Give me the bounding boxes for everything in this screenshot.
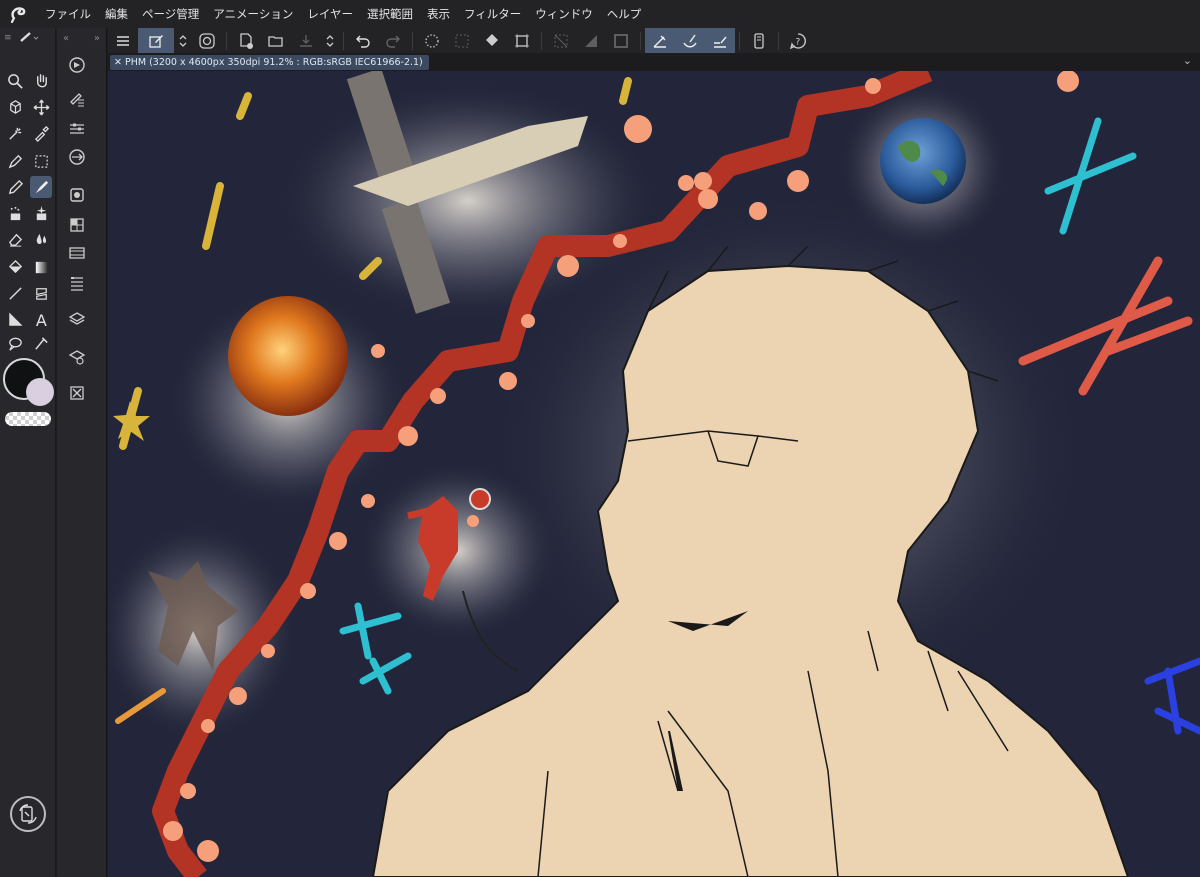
eraser-icon[interactable] xyxy=(4,228,26,250)
brush-icon[interactable] xyxy=(30,176,52,198)
hand-icon[interactable] xyxy=(30,70,52,92)
transform-icon[interactable] xyxy=(507,28,537,53)
clear-icon[interactable] xyxy=(447,28,477,53)
menu-edit[interactable]: 編集 xyxy=(98,0,135,28)
separator xyxy=(412,31,413,50)
text-icon[interactable]: A xyxy=(30,308,52,330)
main-menu-icon[interactable] xyxy=(108,28,138,53)
figure-icon[interactable] xyxy=(4,282,26,304)
sun xyxy=(228,296,348,416)
menu-window[interactable]: ウィンドウ xyxy=(528,0,600,28)
snap-special-icon[interactable] xyxy=(675,28,705,53)
drag-handle-icon[interactable]: ≡ xyxy=(4,33,12,43)
help-icon[interactable]: ? xyxy=(783,28,813,53)
artwork xyxy=(108,71,1200,877)
menu-view[interactable]: 表示 xyxy=(420,0,457,28)
undo-icon[interactable] xyxy=(348,28,378,53)
layer-property-icon[interactable] xyxy=(66,272,88,294)
canvas[interactable] xyxy=(108,71,1200,877)
document-tab[interactable]: ✕ PHM (3200 x 4600px 350dpi 91.2% : RGB:… xyxy=(110,55,429,70)
menu-selection[interactable]: 選択範囲 xyxy=(360,0,420,28)
pen-icon[interactable] xyxy=(4,150,26,172)
tool-property-icon[interactable] xyxy=(66,88,88,110)
chevron-down-icon[interactable]: ⌄ xyxy=(1183,54,1192,67)
color-set-icon[interactable] xyxy=(66,184,88,206)
tool-palette-header: ≡ xyxy=(0,28,55,48)
ruler-icon[interactable] xyxy=(4,308,26,330)
menu-animation[interactable]: アニメーション xyxy=(206,0,300,28)
stepper-icon-2[interactable] xyxy=(321,28,339,53)
menu-layer[interactable]: レイヤー xyxy=(300,0,360,28)
operation-icon[interactable] xyxy=(4,96,26,118)
eyedropper-icon[interactable] xyxy=(30,122,52,144)
tool-palette: ≡ A xyxy=(0,28,56,877)
navigator-icon[interactable] xyxy=(66,54,88,76)
svg-text:A: A xyxy=(35,311,46,328)
expand-right-icon[interactable]: » xyxy=(94,33,100,44)
palette-dock-header: « » xyxy=(57,28,106,48)
svg-text:?: ? xyxy=(796,37,801,47)
fill-icon[interactable] xyxy=(4,256,26,278)
snap-grid-icon[interactable] xyxy=(705,28,735,53)
command-bar: ? xyxy=(108,28,1200,53)
redo-icon[interactable] xyxy=(378,28,408,53)
auto-select-icon[interactable] xyxy=(4,122,26,144)
stroke-icon[interactable] xyxy=(606,28,636,53)
balloon-icon[interactable] xyxy=(4,332,26,354)
document-tab-label: PHM (3200 x 4600px 350dpi 91.2% : RGB:sR… xyxy=(124,57,423,68)
separator xyxy=(343,31,344,50)
transparent-color-swatch[interactable] xyxy=(5,412,51,426)
loading-icon[interactable] xyxy=(417,28,447,53)
document-tab-bar: ✕ PHM (3200 x 4600px 350dpi 91.2% : RGB:… xyxy=(108,53,1200,71)
collapse-left-icon[interactable]: « xyxy=(63,33,69,44)
separator xyxy=(541,31,542,50)
decoration-icon[interactable] xyxy=(30,202,52,224)
current-tool-indicator-icon xyxy=(18,31,40,46)
fill-icon-cmd[interactable] xyxy=(477,28,507,53)
pencil-icon[interactable] xyxy=(4,176,26,198)
menu-file[interactable]: ファイル xyxy=(38,0,98,28)
layer-icon[interactable] xyxy=(66,308,88,330)
airbrush-icon[interactable] xyxy=(4,202,26,224)
sub-color-swatch[interactable] xyxy=(26,378,54,406)
smartphone-icon[interactable] xyxy=(744,28,774,53)
menu-filter[interactable]: フィルター xyxy=(457,0,528,28)
sub-tool-detail-icon[interactable] xyxy=(66,118,88,140)
menu-page[interactable]: ページ管理 xyxy=(135,0,206,28)
palette-dock: « » xyxy=(57,28,107,877)
save-icon[interactable] xyxy=(291,28,321,53)
separator xyxy=(778,31,779,50)
view-mode-toggle-icon[interactable] xyxy=(10,796,46,832)
blend-icon[interactable] xyxy=(30,228,52,250)
stepper-icon[interactable] xyxy=(174,28,192,53)
move-icon[interactable] xyxy=(30,96,52,118)
timeline-icon[interactable] xyxy=(66,242,88,264)
menu-bar: ファイル 編集 ページ管理 アニメーション レイヤー 選択範囲 表示 フィルター… xyxy=(0,0,1200,28)
earth xyxy=(880,118,966,204)
separator xyxy=(640,31,641,50)
color-wheel-icon[interactable] xyxy=(66,146,88,168)
edit-mode-icon[interactable] xyxy=(138,28,174,53)
snap-ruler-icon[interactable] xyxy=(645,28,675,53)
tab-close-icon[interactable]: ✕ xyxy=(114,57,125,68)
close-panel-icon[interactable] xyxy=(66,382,88,404)
zoom-icon[interactable] xyxy=(4,70,26,92)
correct-line-icon[interactable] xyxy=(30,332,52,354)
material-icon[interactable] xyxy=(66,214,88,236)
menu-help[interactable]: ヘルプ xyxy=(600,0,649,28)
app-logo-icon[interactable] xyxy=(0,0,38,28)
separator xyxy=(739,31,740,50)
selection-icon[interactable] xyxy=(30,150,52,172)
open-icon[interactable] xyxy=(261,28,291,53)
spiral-icon[interactable] xyxy=(192,28,222,53)
new-icon[interactable] xyxy=(231,28,261,53)
separator xyxy=(226,31,227,50)
gradient-icon[interactable] xyxy=(30,256,52,278)
deselect-icon[interactable] xyxy=(546,28,576,53)
invert-icon[interactable] xyxy=(576,28,606,53)
frame-icon[interactable] xyxy=(30,282,52,304)
layer-search-icon[interactable] xyxy=(66,346,88,368)
